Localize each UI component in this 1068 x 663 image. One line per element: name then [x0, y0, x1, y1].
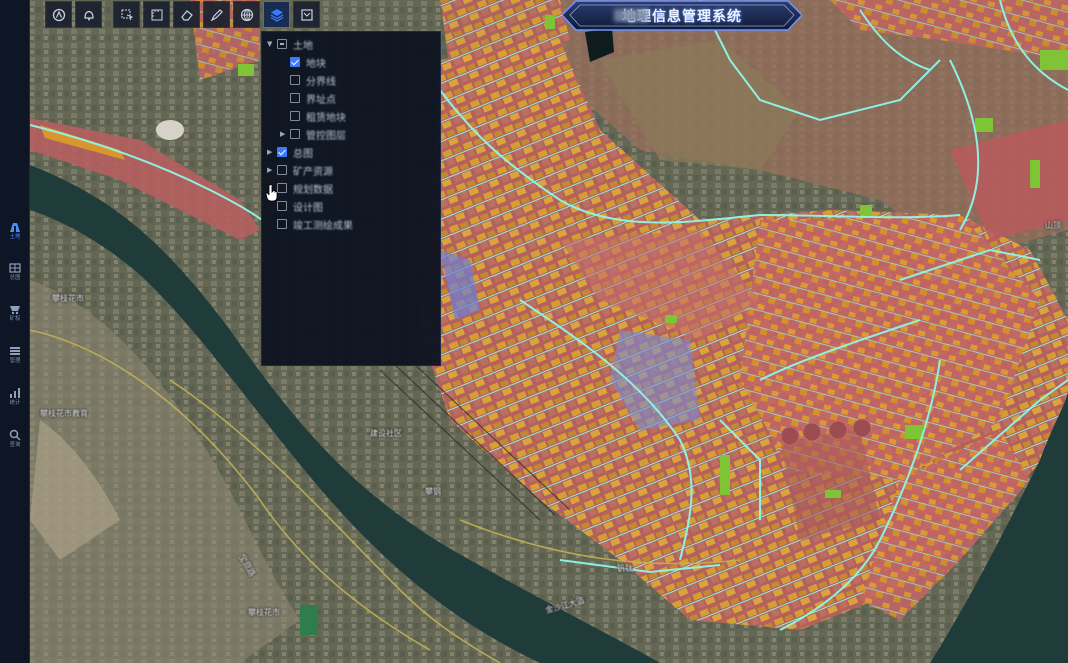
layer-label: 地块: [306, 58, 326, 70]
layer-checkbox[interactable]: [290, 57, 300, 67]
expand-arrow-icon[interactable]: ▶: [267, 148, 277, 156]
layer-node-lease-parcel[interactable]: 租赁地块: [290, 108, 346, 124]
map-label: 攀钢: [425, 487, 441, 496]
expand-arrow-icon[interactable]: ▶: [267, 166, 277, 174]
layer-checkbox[interactable]: [277, 39, 287, 49]
sidebar-item-label: 土地: [9, 233, 21, 240]
layer-node-general-map[interactable]: ▶ 总图: [267, 144, 313, 160]
select-tool-button[interactable]: [113, 1, 140, 28]
sidebar-item-land[interactable]: 土地: [0, 218, 30, 252]
layer-checkbox[interactable]: [290, 75, 300, 85]
export-icon: [300, 8, 313, 21]
bell-icon: [83, 10, 94, 20]
manage-icon: [10, 347, 20, 355]
layer-checkbox[interactable]: [277, 165, 287, 175]
expand-arrow-icon[interactable]: ▶: [280, 130, 290, 138]
eraser-icon: [180, 9, 193, 21]
layer-label: 规划数据: [293, 184, 333, 196]
layer-label: 分界线: [306, 76, 336, 88]
layer-checkbox[interactable]: [277, 219, 287, 229]
layer-node-mineral[interactable]: ▶ 矿产资源: [267, 162, 333, 178]
general-map-icon: [9, 263, 21, 273]
sidebar-item-mining[interactable]: 矿权: [0, 300, 30, 334]
layer-label: 矿产资源: [293, 166, 333, 178]
page-title: 地理信息管理系统: [622, 8, 742, 25]
sidebar-item-general-map[interactable]: 总图: [0, 259, 30, 293]
layer-checkbox[interactable]: [277, 201, 287, 211]
stats-icon: [10, 388, 20, 398]
collapse-arrow-icon[interactable]: ▼: [267, 40, 277, 48]
notification-button[interactable]: [75, 1, 102, 28]
layer-node-as-built[interactable]: 竣工测绘成果: [277, 216, 353, 232]
layer-node-planning[interactable]: 规划数据: [277, 180, 333, 196]
map-label: 攀枝花市教育: [40, 409, 88, 418]
sidebar-item-label: 管理: [9, 357, 21, 364]
map-label: 山顶: [1045, 221, 1061, 230]
layer-label: 总图: [293, 148, 313, 160]
layer-label: 竣工测绘成果: [293, 220, 353, 232]
layer-checkbox[interactable]: [277, 147, 287, 157]
map-toolbar: [45, 1, 320, 28]
map-label: 攀枝花市: [52, 294, 84, 303]
layer-label: 管控图层: [306, 130, 346, 142]
sidebar-item-label: 查询: [9, 441, 21, 448]
layers-button[interactable]: [263, 1, 290, 28]
layer-checkbox[interactable]: [290, 93, 300, 103]
measure-area-button[interactable]: [143, 1, 170, 28]
layer-node-boundary-point[interactable]: 界址点: [290, 90, 336, 106]
sidebar-item-label: 统计: [9, 399, 21, 406]
sidebar-item-label: 总图: [9, 274, 21, 281]
sidebar-item-label: 矿权: [9, 315, 21, 322]
layer-checkbox[interactable]: [290, 111, 300, 121]
layer-node-parcel[interactable]: 地块: [290, 54, 326, 70]
draw-button[interactable]: [203, 1, 230, 28]
sidebar-item-manage[interactable]: 管理: [0, 342, 30, 376]
land-icon: [10, 223, 20, 232]
mining-cart-icon: [10, 306, 20, 315]
layer-label: 界址点: [306, 94, 336, 106]
map-canvas[interactable]: [0, 0, 1068, 663]
draw-icon: [210, 8, 223, 21]
hand-cursor-icon: [265, 184, 278, 202]
layer-node-boundary[interactable]: 分界线: [290, 72, 336, 88]
globe-icon: [240, 8, 253, 21]
map-label: 钒钛: [617, 564, 633, 573]
search-icon: [9, 429, 21, 441]
layer-node-design[interactable]: 设计图: [277, 198, 323, 214]
layer-label: 租赁地块: [306, 112, 346, 124]
redacted-mark: [614, 9, 648, 22]
map-label: 建设社区: [370, 429, 402, 438]
globe-button[interactable]: [233, 1, 260, 28]
home-icon: [52, 8, 65, 21]
layer-label: 设计图: [293, 202, 323, 214]
map-label: 攀枝花市: [248, 608, 280, 617]
eraser-button[interactable]: [173, 1, 200, 28]
select-icon: [121, 9, 133, 20]
export-button[interactable]: [293, 1, 320, 28]
layer-label: 土地: [293, 40, 313, 52]
layer-tree-panel: ▼ 土地 地块 分界线 界址点 租赁地块 ▶ 管控图层 ▶ 总图 ▶ 矿产资源 …: [261, 31, 441, 366]
layer-node-land[interactable]: ▼ 土地: [267, 36, 313, 52]
layer-checkbox[interactable]: [290, 129, 300, 139]
sidebar-item-stats[interactable]: 统计: [0, 384, 30, 418]
layer-node-control[interactable]: ▶ 管控图层: [280, 126, 346, 142]
app-title-bar: 地理信息管理系统: [562, 0, 802, 31]
measure-area-icon: [151, 9, 162, 20]
left-sidebar: 土地 总图 矿权 管理 统计 查询: [0, 0, 30, 663]
sidebar-item-search[interactable]: 查询: [0, 426, 30, 460]
home-button[interactable]: [45, 1, 72, 28]
layers-icon: [270, 8, 283, 22]
